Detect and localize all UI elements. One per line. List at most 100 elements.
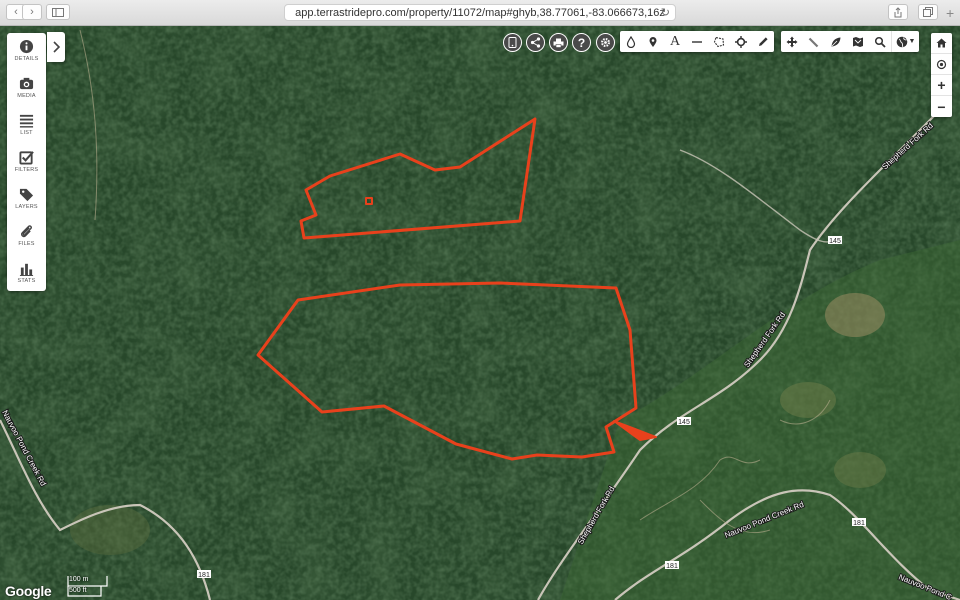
- tabs-button[interactable]: [918, 4, 938, 20]
- new-tab-icon[interactable]: +: [946, 5, 954, 21]
- zoom-out-button[interactable]: −: [931, 96, 952, 117]
- route-shield-145-a: 145: [828, 236, 842, 245]
- clearing: [780, 382, 836, 418]
- route-shield-181-a: 181: [197, 570, 211, 579]
- paperclip-icon: [21, 225, 32, 238]
- sidebar-item-label: FILES: [18, 241, 35, 247]
- scale-bar: 100 m 500 ft: [67, 575, 109, 597]
- share-page-button[interactable]: [888, 4, 908, 20]
- home-icon: [936, 38, 947, 48]
- globe-icon: [896, 36, 907, 47]
- map-tool[interactable]: [847, 31, 869, 52]
- pencil-icon: [759, 36, 768, 46]
- list-icon: [19, 114, 34, 128]
- share-page-icon: [894, 6, 902, 17]
- target-icon: [735, 35, 747, 48]
- zoom-in-icon: +: [937, 77, 946, 93]
- help-icon: ?: [577, 35, 586, 50]
- sidebar-toggle-button[interactable]: [46, 4, 70, 20]
- mobile-icon: [508, 37, 517, 48]
- svg-text:181: 181: [666, 563, 678, 570]
- move-tool[interactable]: [781, 31, 803, 52]
- zoom-out-icon: −: [937, 98, 946, 115]
- sidebar-item-label: STATS: [17, 278, 36, 284]
- pin-tool[interactable]: [642, 31, 664, 52]
- sidebar-icon: [52, 7, 64, 17]
- text-tool[interactable]: A: [664, 31, 686, 52]
- svg-text:181: 181: [198, 572, 210, 579]
- sidebar-item-layers[interactable]: LAYERS: [7, 183, 46, 219]
- chevron-right-icon: ›: [30, 6, 34, 18]
- settings-icon: [600, 37, 611, 48]
- google-attribution[interactable]: Google: [5, 583, 52, 599]
- scale-imperial: 500 ft: [69, 587, 87, 594]
- reload-icon[interactable]: ↻: [661, 6, 670, 19]
- satellite-map[interactable]: Shepherd Fork Rd Shepherd Fork Rd Shephe…: [0, 26, 960, 600]
- sidebar-item-label: FILTERS: [14, 167, 39, 173]
- leaf-icon: [831, 37, 841, 46]
- camera-icon: [19, 77, 34, 90]
- svg-text:145: 145: [678, 419, 690, 426]
- zoom-in-button[interactable]: +: [931, 75, 952, 96]
- mobile-button[interactable]: [503, 33, 522, 52]
- sidebar-item-details[interactable]: DETAILS: [7, 35, 46, 71]
- print-button[interactable]: [549, 33, 568, 52]
- pencil-tool[interactable]: [752, 31, 774, 52]
- drawing-toolbar: A: [620, 31, 774, 52]
- target-tool[interactable]: [730, 31, 752, 52]
- clearing: [825, 293, 885, 337]
- search-tool[interactable]: [869, 31, 891, 52]
- chevron-left-icon: ‹: [14, 6, 18, 18]
- left-sidebar: DETAILS MEDIA LIST FILTERS LAYERS FILES …: [7, 33, 46, 291]
- sidebar-item-media[interactable]: MEDIA: [7, 72, 46, 108]
- tag-icon: [19, 188, 34, 202]
- clearing: [70, 505, 150, 555]
- home-button[interactable]: [931, 33, 952, 54]
- svg-text:181: 181: [853, 520, 865, 527]
- sidebar-item-files[interactable]: FILES: [7, 220, 46, 256]
- print-icon: [553, 38, 564, 48]
- sidebar-item-label: DETAILS: [14, 56, 39, 62]
- view-toolbar: ▼: [781, 31, 919, 52]
- basemap-selector[interactable]: ▼: [891, 31, 919, 52]
- locate-icon: [936, 59, 947, 69]
- measure-icon: [808, 37, 819, 47]
- tabs-icon: [923, 7, 933, 17]
- drop-tool[interactable]: [620, 31, 642, 52]
- drop-icon: [626, 35, 636, 48]
- locate-button[interactable]: [931, 54, 952, 75]
- pin-icon: [649, 36, 657, 47]
- scale-metric: 100 m: [69, 576, 89, 583]
- sidebar-item-list[interactable]: LIST: [7, 109, 46, 145]
- route-shield-181-b: 181: [665, 561, 679, 570]
- info-icon: [19, 39, 34, 54]
- sidebar-item-label: LIST: [20, 130, 33, 136]
- help-button[interactable]: ?: [572, 33, 591, 52]
- chevron-down-icon: ▼: [908, 38, 916, 45]
- line-tool[interactable]: [686, 31, 708, 52]
- polygon-tool[interactable]: [708, 31, 730, 52]
- sidebar-item-filters[interactable]: FILTERS: [7, 146, 46, 182]
- sidebar-item-stats[interactable]: STATS: [7, 257, 46, 293]
- move-icon: [786, 36, 798, 47]
- address-bar[interactable]: app.terrastridepro.com/property/11072/ma…: [284, 4, 676, 21]
- checkbox-icon: [19, 151, 34, 165]
- measure-tool[interactable]: [803, 31, 825, 52]
- text-icon: A: [669, 33, 681, 49]
- bar-chart-icon: [19, 263, 34, 276]
- settings-button[interactable]: [596, 33, 615, 52]
- share-icon: [530, 37, 541, 48]
- forward-button[interactable]: ›: [22, 4, 42, 20]
- line-icon: [692, 40, 702, 43]
- leaf-tool[interactable]: [825, 31, 847, 52]
- route-shield-145-b: 145: [677, 417, 691, 426]
- share-button[interactable]: [526, 33, 545, 52]
- browser-toolbar: ‹ › app.terrastridepro.com/property/1107…: [0, 0, 960, 26]
- url-text: app.terrastridepro.com/property/11072/ma…: [295, 6, 665, 19]
- sidebar-collapse-button[interactable]: [47, 32, 65, 62]
- search-icon: [874, 36, 886, 48]
- sidebar-item-label: MEDIA: [17, 93, 36, 99]
- route-shield-181-c: 181: [852, 518, 866, 527]
- map-canvas: Shepherd Fork Rd Shepherd Fork Rd Shephe…: [0, 26, 960, 600]
- svg-text:145: 145: [829, 238, 841, 245]
